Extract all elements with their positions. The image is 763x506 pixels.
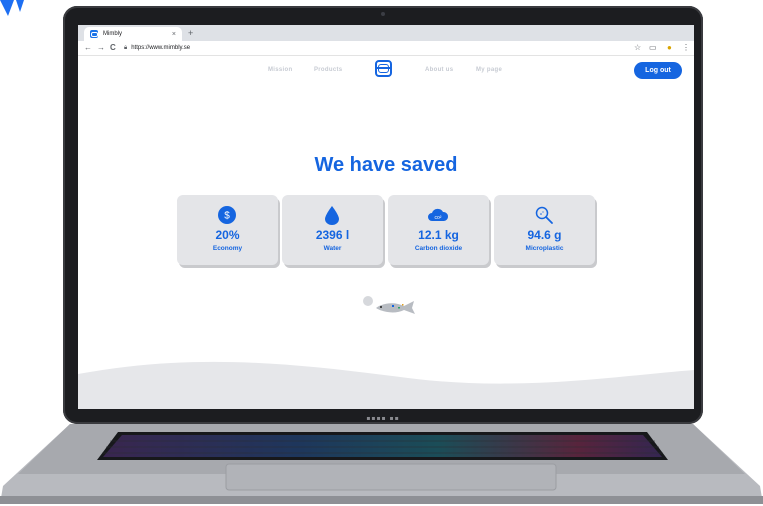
- laptop-screen: Mimbly × + ← → C 🔒︎ https://www.mimbly.s…: [78, 25, 694, 409]
- profile-avatar-icon[interactable]: ●: [667, 42, 672, 54]
- menu-kebab-icon[interactable]: ⋮: [682, 42, 690, 54]
- bookmark-star-icon[interactable]: ☆: [634, 42, 641, 54]
- stat-value: 2396 l: [315, 228, 350, 242]
- cast-icon[interactable]: ▭: [649, 42, 657, 54]
- nav-link-about-us[interactable]: About us: [425, 67, 453, 73]
- stat-label: Microplastic: [525, 245, 564, 252]
- stat-value: 94.6 g: [527, 228, 562, 242]
- stat-card-carbon-dioxide: co² 12.1 kg Carbon dioxide: [388, 195, 489, 265]
- web-page: Mission Products About us My page Log ou…: [78, 56, 694, 409]
- browser-tab-strip: Mimbly × +: [78, 25, 694, 41]
- back-button[interactable]: ←: [84, 42, 92, 54]
- tab-close-icon[interactable]: ×: [172, 31, 176, 38]
- stat-card-economy: $ 20% Economy: [177, 195, 278, 265]
- fish-illustration: [363, 296, 415, 314]
- magnifier-icon: [535, 206, 553, 224]
- browser-tab[interactable]: Mimbly ×: [84, 27, 182, 41]
- new-tab-button[interactable]: +: [188, 28, 193, 38]
- url-text: https://www.mimbly.se: [131, 45, 191, 51]
- mimbly-logo[interactable]: [375, 60, 392, 77]
- page-heading: We have saved: [314, 154, 458, 176]
- stat-card-water: 2396 l Water: [282, 195, 383, 265]
- stat-label: Economy: [212, 245, 243, 252]
- reload-button[interactable]: C: [110, 42, 116, 54]
- footer-wave: [78, 361, 694, 409]
- water-drop-icon: [325, 206, 339, 225]
- co2-cloud-icon: co²: [428, 208, 449, 221]
- laptop-base: [0, 424, 763, 504]
- browser-toolbar: ← → C 🔒︎ https://www.mimbly.se ☆ ▭ ● ⋮: [78, 41, 694, 56]
- svg-text:co²: co²: [435, 215, 442, 221]
- tab-title: Mimbly: [103, 31, 122, 37]
- corner-splash-decoration: [0, 0, 24, 16]
- dollar-icon: $: [218, 206, 236, 224]
- forward-button[interactable]: →: [97, 42, 105, 54]
- address-bar[interactable]: 🔒︎ https://www.mimbly.se: [124, 43, 190, 53]
- stat-label: Carbon dioxide: [414, 245, 463, 252]
- stat-value: 20%: [215, 228, 240, 242]
- camera: [381, 12, 385, 16]
- site-favicon-icon: [90, 30, 98, 38]
- nav-link-products[interactable]: Products: [314, 67, 342, 73]
- nav-link-my-page[interactable]: My page: [476, 67, 502, 73]
- stat-value: 12.1 kg: [418, 228, 459, 242]
- logout-button[interactable]: Log out: [634, 62, 682, 79]
- nav-link-mission[interactable]: Mission: [268, 67, 292, 73]
- stat-label: Water: [323, 245, 342, 252]
- svg-text:$: $: [224, 211, 230, 222]
- stat-card-microplastic: 94.6 g Microplastic: [494, 195, 595, 265]
- lock-icon: 🔒︎: [124, 44, 128, 51]
